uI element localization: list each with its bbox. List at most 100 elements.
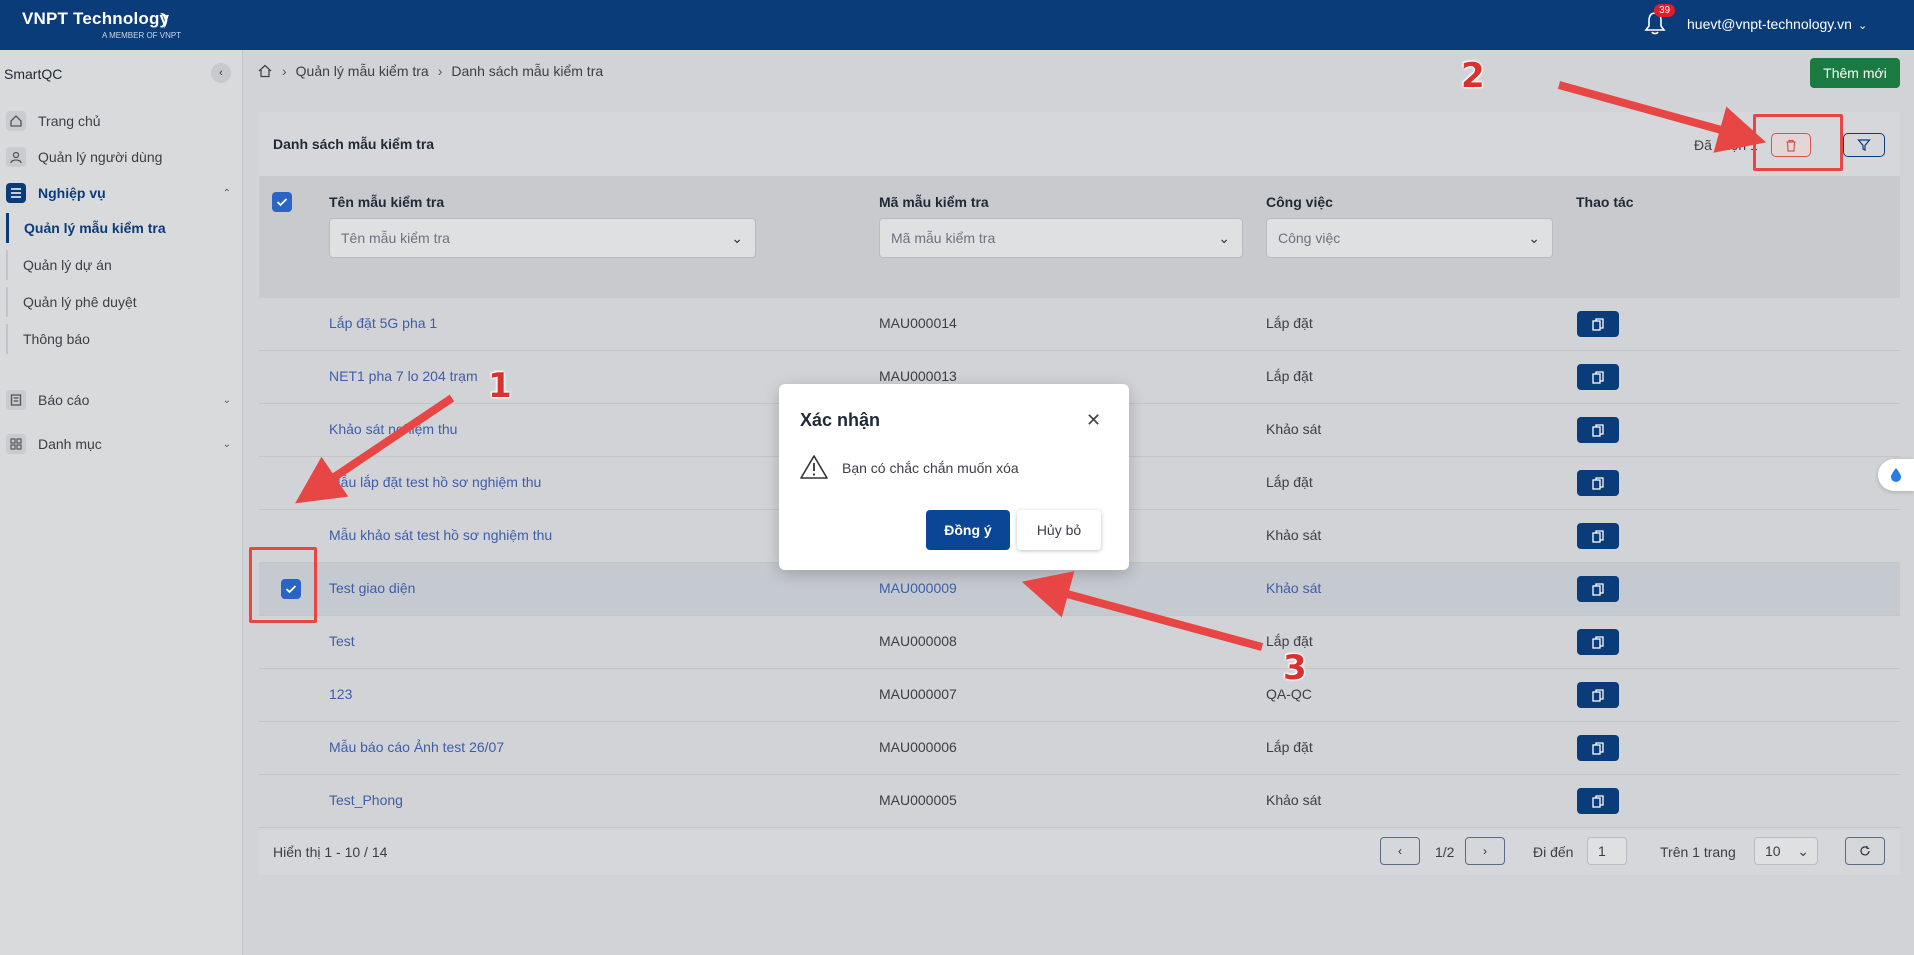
sidebar-item-label: Nghiệp vụ (38, 185, 106, 201)
copy-icon (1592, 423, 1604, 437)
copy-button[interactable] (1577, 311, 1619, 337)
template-name-link[interactable]: Mẫu lắp đặt test hồ sơ nghiệm thu (329, 474, 541, 490)
goto-label: Đi đến (1533, 844, 1574, 860)
sidebar-item-operations[interactable]: Nghiệp vụ ⌃ (0, 177, 243, 209)
copy-icon (1592, 741, 1604, 755)
prev-page-button[interactable]: ‹ (1380, 837, 1420, 865)
template-code: MAU000005 (879, 792, 957, 808)
name-filter-placeholder: Tên mẫu kiểm tra (341, 230, 450, 246)
copy-button[interactable] (1577, 788, 1619, 814)
template-name-link[interactable]: Mẫu khảo sát test hồ sơ nghiệm thu (329, 527, 552, 543)
pagination-summary: Hiển thị 1 - 10 / 14 (273, 844, 388, 860)
column-header-actions: Thao tác (1576, 194, 1634, 210)
template-code: MAU000014 (879, 315, 957, 331)
job-filter-placeholder: Công việc (1278, 230, 1341, 246)
template-name-link[interactable]: Test giao diện (329, 580, 415, 596)
add-new-button[interactable]: Thêm mới (1810, 58, 1900, 88)
copy-icon (1592, 317, 1604, 331)
home-icon[interactable] (257, 63, 273, 79)
next-page-button[interactable]: › (1465, 837, 1505, 865)
chevron-down-icon: ⌄ (222, 438, 231, 450)
template-name-link[interactable]: Test_Phong (329, 792, 403, 808)
refresh-button[interactable] (1845, 837, 1885, 865)
template-job: Lắp đặt (1266, 315, 1313, 331)
copy-button[interactable] (1577, 417, 1619, 443)
sidebar-item-reports[interactable]: Báo cáo ⌄ (0, 384, 243, 416)
chevron-up-icon: ⌃ (222, 187, 231, 199)
sidebar-item-label: Quản lý người dùng (38, 149, 163, 165)
select-all-checkbox[interactable] (272, 192, 292, 212)
chevron-down-icon: ⌄ (1218, 230, 1230, 246)
grid-icon (6, 434, 26, 454)
table-row[interactable]: Test MAU000008 Lắp đặt (259, 616, 1900, 669)
copy-icon (1592, 794, 1604, 808)
name-filter-select[interactable]: Tên mẫu kiểm tra ⌄ (329, 218, 756, 258)
sidebar-subitem-approvals[interactable]: Quản lý phê duyệt (6, 287, 243, 317)
user-menu[interactable]: huevt@vnpt-technology.vn ⌄ (1687, 16, 1867, 32)
annotation-number-1: 1 (488, 366, 512, 406)
page-indicator: 1/2 (1435, 844, 1455, 860)
annotation-number-3: 3 (1283, 648, 1307, 688)
selected-count: Đã chọn 1 (1694, 137, 1758, 153)
chevron-right-icon: › (282, 63, 287, 79)
annotation-number-2: 2 (1461, 56, 1485, 96)
code-filter-placeholder: Mã mẫu kiểm tra (891, 230, 996, 246)
copy-button[interactable] (1577, 629, 1619, 655)
template-job: Khảo sát (1266, 527, 1322, 543)
table-row[interactable]: Mẫu báo cáo Ảnh test 26/07 MAU000006 Lắp… (259, 722, 1900, 775)
template-code: MAU000006 (879, 739, 957, 755)
chevron-right-icon: › (437, 63, 443, 79)
sidebar-subitem-projects[interactable]: Quản lý dự án (6, 250, 243, 280)
per-page-value: 10 (1765, 843, 1781, 859)
template-job: Lắp đặt (1266, 633, 1313, 649)
logo-mark-icon (160, 13, 168, 29)
code-filter-select[interactable]: Mã mẫu kiểm tra ⌄ (879, 218, 1243, 258)
user-icon (6, 147, 26, 167)
sidebar-subitem-notifications[interactable]: Thông báo (6, 324, 243, 354)
sidebar-item-users[interactable]: Quản lý người dùng (0, 141, 243, 173)
filter-button[interactable] (1843, 133, 1885, 157)
breadcrumb-templates[interactable]: Quản lý mẫu kiểm tra (296, 63, 429, 79)
table-row[interactable]: Lắp đặt 5G pha 1 MAU000014 Lắp đặt (259, 298, 1900, 351)
chevron-down-icon: ⌄ (1857, 20, 1868, 32)
copy-icon (1592, 370, 1604, 384)
dialog-title: Xác nhận (800, 410, 881, 430)
template-name-link[interactable]: Lắp đặt 5G pha 1 (329, 315, 437, 331)
copy-button[interactable] (1577, 682, 1619, 708)
cancel-button[interactable]: Hủy bỏ (1017, 510, 1101, 550)
copy-button[interactable] (1577, 470, 1619, 496)
home-icon (6, 111, 26, 131)
refresh-icon (1860, 846, 1870, 856)
collapse-sidebar-button[interactable]: ‹ (211, 63, 231, 83)
copy-button[interactable] (1577, 523, 1619, 549)
sidebar: SmartQC ‹ Trang chủ Quản lý người dùng N… (0, 50, 243, 955)
per-page-select[interactable]: 10 ⌄ (1754, 837, 1818, 865)
template-job: Khảo sát (1266, 421, 1322, 437)
template-name-link[interactable]: 123 (329, 686, 352, 702)
template-name-link[interactable]: Mẫu báo cáo Ảnh test 26/07 (329, 739, 504, 755)
goto-page-input[interactable]: 1 (1587, 837, 1627, 865)
template-name-link[interactable]: Test (329, 633, 355, 649)
warning-icon (800, 455, 828, 479)
copy-icon (1592, 476, 1604, 490)
table-row[interactable]: 123 MAU000007 QA-QC (259, 669, 1900, 722)
close-icon[interactable]: ✕ (1086, 410, 1101, 431)
job-filter-select[interactable]: Công việc ⌄ (1266, 218, 1553, 258)
copy-button[interactable] (1577, 364, 1619, 390)
template-name-link[interactable]: NET1 pha 7 lo 204 trạm (329, 368, 478, 384)
copy-button[interactable] (1577, 735, 1619, 761)
table-row[interactable]: Test_Phong MAU000005 Khảo sát (259, 775, 1900, 828)
sidebar-subitem-templates[interactable]: Quản lý mẫu kiểm tra (6, 213, 243, 243)
template-name-link[interactable]: Khảo sát nghiệm thu (329, 421, 457, 437)
vnpt-logo[interactable]: VNPT Technology A MEMBER OF VNPT (22, 9, 181, 40)
sidebar-item-home[interactable]: Trang chủ (0, 105, 243, 137)
confirm-button[interactable]: Đồng ý (926, 510, 1010, 550)
floating-assistant-button[interactable] (1878, 459, 1914, 491)
sidebar-item-label: Báo cáo (38, 392, 90, 408)
sidebar-item-catalog[interactable]: Danh mục ⌄ (0, 428, 243, 460)
annotation-box-delete-button (1753, 114, 1843, 171)
template-code: MAU000007 (879, 686, 957, 702)
copy-button[interactable] (1577, 576, 1619, 602)
logo-subtitle: A MEMBER OF VNPT (102, 31, 182, 40)
table-row-selected[interactable]: Test giao diện MAU000009 Khảo sát (259, 563, 1900, 616)
